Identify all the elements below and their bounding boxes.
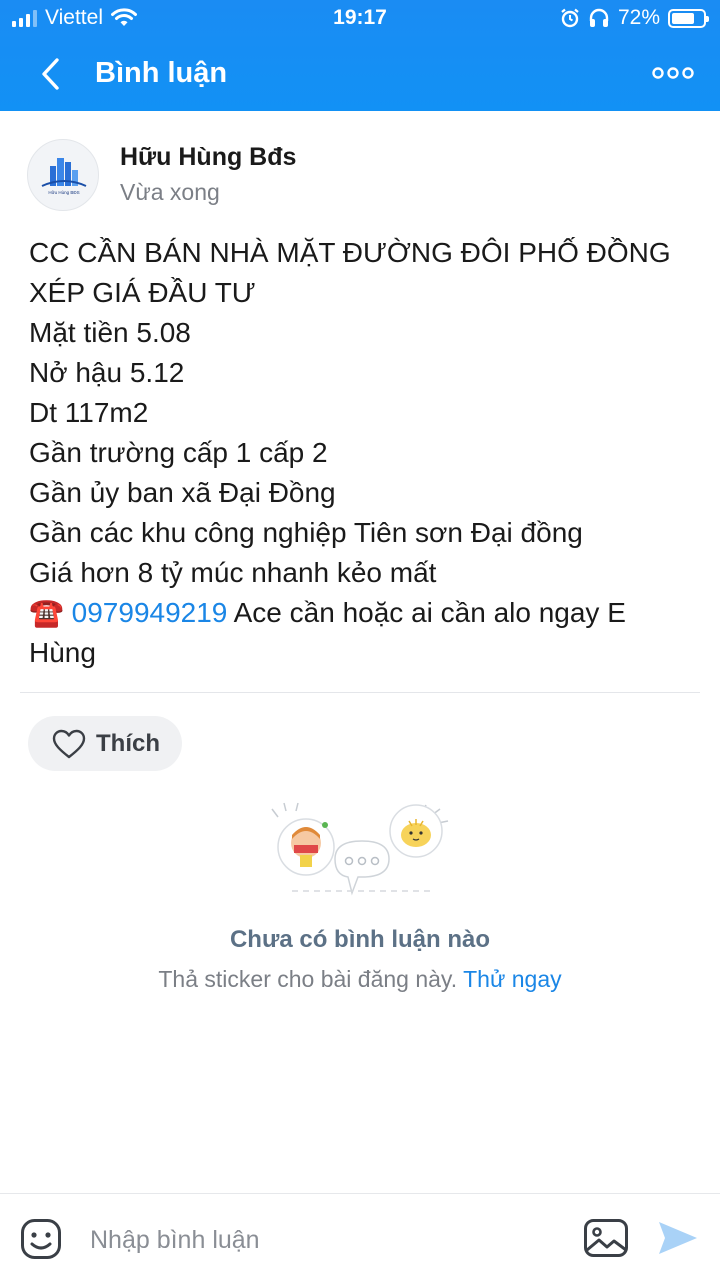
heart-icon — [52, 729, 86, 758]
page-title: Bình luận — [95, 57, 228, 89]
alarm-icon — [561, 8, 579, 28]
post-body: CC CẦN BÁN NHÀ MẶT ĐƯỜNG ĐÔI PHỐ ĐỒNG XÉ… — [29, 233, 699, 673]
post-line: Giá hơn 8 tỷ múc nhanh kẻo mất — [29, 557, 437, 588]
battery-fill — [672, 12, 694, 24]
post-line: Gần ủy ban xã Đại Đồng — [29, 477, 336, 508]
post-time: Vừa xong — [120, 179, 220, 205]
like-button[interactable]: Thích — [28, 716, 182, 771]
divider — [20, 692, 700, 693]
contact-line: ☎️ 0979949219 Ace cần hoặc ai cần alo ng… — [29, 593, 699, 673]
nav-bar: Bình luận — [0, 40, 720, 111]
status-right: 72% — [560, 6, 709, 30]
author-name[interactable]: Hữu Hùng Bđs — [120, 143, 296, 172]
send-icon — [659, 1222, 697, 1254]
post-line: Dt 117m2 — [29, 397, 149, 428]
headphones-icon — [589, 8, 609, 27]
post-line: Gần các khu công nghiệp Tiên sơn Đại đồn… — [29, 517, 583, 548]
more-options-button[interactable] — [648, 58, 698, 88]
empty-subtitle-text: Thả sticker cho bài đăng này. — [158, 966, 458, 992]
send-button[interactable] — [656, 1216, 700, 1260]
empty-comments-illustration — [262, 795, 462, 910]
battery-text: 72% — [617, 6, 660, 29]
post-line: XÉP GIÁ ĐẦU TƯ — [29, 277, 256, 308]
try-now-link[interactable]: Thử ngay — [463, 966, 562, 992]
back-button[interactable] — [30, 54, 70, 94]
more-horizontal-icon — [652, 67, 694, 79]
like-label: Thích — [96, 729, 160, 757]
smiley-icon — [21, 1219, 61, 1259]
post-line: Nở hậu 5.12 — [29, 357, 185, 388]
chevron-left-icon — [42, 58, 59, 90]
post-line: CC CẦN BÁN NHÀ MẶT ĐƯỜNG ĐÔI PHỐ ĐỒNG — [29, 237, 671, 268]
comment-input[interactable] — [90, 1220, 550, 1260]
post-line: Mặt tiền 5.08 — [29, 317, 191, 348]
status-bar: Viettel 19:17 72% — [0, 0, 720, 36]
empty-title: Chưa có bình luận nào — [229, 926, 491, 953]
telephone-icon: ☎️ — [29, 597, 64, 628]
empty-subtitle: Thả sticker cho bài đăng này. Thử ngay — [0, 966, 720, 993]
avatar[interactable]: Hữu Hùng BĐS — [27, 139, 99, 211]
avatar-caption: Hữu Hùng BĐS — [48, 190, 79, 195]
avatar-logo: Hữu Hùng BĐS — [41, 158, 87, 195]
attach-image-button[interactable] — [583, 1218, 629, 1258]
battery-icon — [668, 8, 709, 28]
comment-input-bar — [0, 1193, 720, 1280]
phone-link[interactable]: 0979949219 — [72, 597, 228, 628]
sticker-button[interactable] — [20, 1218, 62, 1260]
app-header: Viettel 19:17 72% Bình luận — [0, 0, 720, 111]
image-icon — [584, 1219, 628, 1257]
post-line: Gần trường cấp 1 cấp 2 — [29, 437, 328, 468]
